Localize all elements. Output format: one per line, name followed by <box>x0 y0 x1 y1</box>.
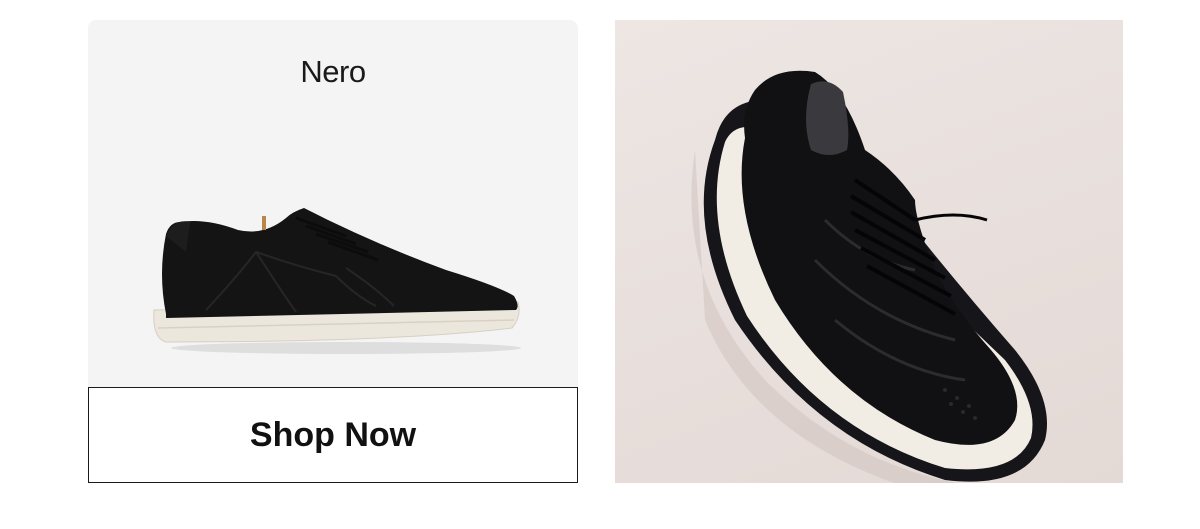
shop-now-button[interactable]: Shop Now <box>88 387 578 483</box>
product-name: Nero <box>300 54 366 89</box>
product-card: Nero Shop Now <box>88 20 578 483</box>
sneaker-side-image <box>153 208 521 354</box>
sneaker-angled-image <box>691 70 1047 483</box>
product-image-panel[interactable]: Nero <box>88 20 578 388</box>
lifestyle-photo[interactable] <box>615 20 1123 483</box>
